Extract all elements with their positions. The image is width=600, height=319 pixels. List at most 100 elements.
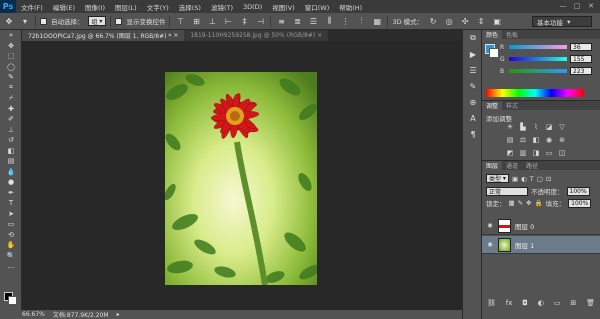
marquee-tool-icon[interactable]: ⬚ [0, 51, 22, 62]
distribute-left-icon[interactable]: ⫼ [323, 15, 335, 27]
tab-layers[interactable]: 图层 [482, 161, 503, 170]
close-tab-icon[interactable]: × [317, 32, 322, 39]
fill-input[interactable]: 100% [568, 198, 592, 208]
layer-row-selected[interactable]: ◉ 图层 1 [482, 236, 600, 254]
delete-layer-icon[interactable]: 🗑 [586, 299, 595, 308]
menu-help[interactable]: 帮助(H) [334, 2, 367, 12]
filter-type-icon[interactable]: T [530, 175, 534, 183]
hand-tool-icon[interactable]: ✋ [0, 240, 22, 251]
move-tool-icon[interactable]: ✥ [0, 41, 22, 52]
3d-pan-icon[interactable]: ✣ [459, 15, 471, 27]
channel-mixer-icon[interactable]: ⊛ [556, 136, 568, 144]
3d-scale-icon[interactable]: ▣ [491, 15, 503, 27]
vibrance-icon[interactable]: ▽ [556, 123, 568, 131]
invert-icon[interactable]: ◩ [504, 149, 516, 157]
new-layer-icon[interactable]: ⊞ [570, 299, 576, 308]
selective-color-icon[interactable]: ◫ [556, 149, 568, 157]
blue-value[interactable]: 223 [570, 67, 592, 75]
menu-layer[interactable]: 图层(L) [110, 2, 142, 12]
zoom-level[interactable]: 66.67% [22, 311, 45, 318]
distribute-bottom-icon[interactable]: ☰ [307, 15, 319, 27]
link-layers-icon[interactable]: ⛓ [487, 299, 496, 308]
menu-image[interactable]: 图像(I) [80, 2, 110, 12]
new-adjustment-icon[interactable]: ◐ [538, 299, 544, 308]
menu-window[interactable]: 窗口(W) [300, 2, 335, 12]
blend-mode-dropdown[interactable]: 正常 [486, 186, 528, 196]
filter-smart-icon[interactable]: ⊡ [546, 175, 551, 183]
clone-stamp-tool-icon[interactable]: ⊥ [0, 125, 22, 136]
shape-tool-icon[interactable]: ▭ [0, 219, 22, 230]
color-balance-icon[interactable]: ⚖ [517, 136, 529, 144]
workspace-dropdown[interactable]: 基本功能 ▾ [532, 16, 592, 27]
close-button[interactable]: ✕ [585, 1, 597, 11]
3d-slide-icon[interactable]: ⇕ [475, 15, 487, 27]
layer-name[interactable]: 图层 0 [515, 221, 534, 231]
document-tab-active[interactable]: 72b1OOOPICa7.jpg @ 66.7% (图层 1, RGB/8#) … [22, 30, 185, 41]
distribute-middle-icon[interactable]: ≣ [291, 15, 303, 27]
curves-icon[interactable]: ⌇ [530, 123, 542, 131]
green-value[interactable]: 155 [570, 55, 592, 63]
menu-select[interactable]: 选择(S) [174, 2, 206, 12]
visibility-eye-icon[interactable]: ◉ [486, 241, 494, 248]
show-transform-checkbox[interactable] [115, 17, 123, 25]
document-tab-inactive[interactable]: 1819-110H9259258.jpg @ 50% (RGB/8#) × [184, 30, 329, 41]
maximize-button[interactable]: □ [571, 1, 583, 11]
chevron-down-icon[interactable]: ▾ [19, 15, 31, 27]
lasso-tool-icon[interactable]: ◯ [0, 62, 22, 73]
red-slider[interactable] [509, 45, 567, 49]
3d-rotate-icon[interactable]: ↻ [427, 15, 439, 27]
filter-adjustment-icon[interactable]: ◐ [521, 175, 527, 183]
auto-select-dropdown[interactable]: 组 ▾ [87, 16, 107, 26]
clone-source-panel-icon[interactable]: ⊕ [463, 94, 483, 110]
bg-color-chip[interactable] [489, 48, 499, 58]
align-center-icon[interactable]: ‡ [238, 15, 250, 27]
layer-style-icon[interactable]: fx [506, 299, 513, 308]
tab-paths[interactable]: 路径 [522, 161, 542, 170]
brightness-icon[interactable]: ☀ [504, 123, 516, 131]
add-mask-icon[interactable]: ◘ [522, 299, 528, 308]
menu-filter[interactable]: 滤镜(T) [206, 2, 238, 12]
path-select-tool-icon[interactable]: ➤ [0, 209, 22, 220]
3d-roll-icon[interactable]: ◎ [443, 15, 455, 27]
eyedropper-tool-icon[interactable]: ⌿ [0, 93, 22, 104]
properties-panel-icon[interactable]: ☰ [463, 62, 483, 78]
dodge-tool-icon[interactable]: ● [0, 177, 22, 188]
tab-adjustments[interactable]: 调整 [482, 101, 503, 110]
align-middle-icon[interactable]: ⊞ [190, 15, 202, 27]
tab-swatches[interactable]: 色板 [502, 30, 522, 39]
layer-name[interactable]: 图层 1 [515, 240, 534, 250]
align-right-icon[interactable]: ⊣ [254, 15, 266, 27]
align-top-icon[interactable]: ⊤ [174, 15, 186, 27]
exposure-icon[interactable]: ◪ [543, 123, 555, 131]
tab-styles[interactable]: 样式 [502, 101, 522, 110]
hue-saturation-icon[interactable]: ▤ [504, 136, 516, 144]
canvas-area[interactable] [22, 41, 462, 310]
threshold-icon[interactable]: ◨ [530, 149, 542, 157]
zoom-tool-icon[interactable]: 🔍 [0, 251, 22, 262]
blue-slider[interactable] [509, 69, 567, 73]
chevron-right-icon[interactable]: ▸ [117, 311, 120, 318]
red-value[interactable]: 36 [570, 43, 592, 51]
gradient-map-icon[interactable]: ▭ [543, 149, 555, 157]
healing-brush-tool-icon[interactable]: ✚ [0, 104, 22, 115]
posterize-icon[interactable]: ▥ [517, 149, 529, 157]
layer-kind-filter[interactable]: 类型 ▾ [486, 174, 509, 183]
levels-icon[interactable]: ▙ [517, 123, 529, 131]
lock-brush-icon[interactable]: ✎ [518, 199, 523, 207]
blur-tool-icon[interactable]: 💧 [0, 167, 22, 178]
pen-tool-icon[interactable]: ✒ [0, 188, 22, 199]
background-color-swatch[interactable] [8, 296, 17, 305]
3d-tool-icon[interactable]: ⟲ [0, 230, 22, 241]
character-panel-icon[interactable]: A [463, 110, 483, 126]
distribute-top-icon[interactable]: ≡ [275, 15, 287, 27]
black-white-icon[interactable]: ◧ [530, 136, 542, 144]
visibility-eye-icon[interactable]: ◉ [486, 222, 494, 229]
crop-tool-icon[interactable]: ⌗ [0, 83, 22, 94]
green-slider[interactable] [509, 57, 567, 61]
lock-transparent-icon[interactable]: ▦ [509, 199, 515, 207]
align-bottom-icon[interactable]: ⊥ [206, 15, 218, 27]
menu-3d[interactable]: 3D(D) [238, 3, 267, 11]
distribute-center-icon[interactable]: ⋮ [339, 15, 351, 27]
filter-shape-icon[interactable]: ▢ [537, 175, 543, 183]
photo-filter-icon[interactable]: ◉ [543, 136, 555, 144]
